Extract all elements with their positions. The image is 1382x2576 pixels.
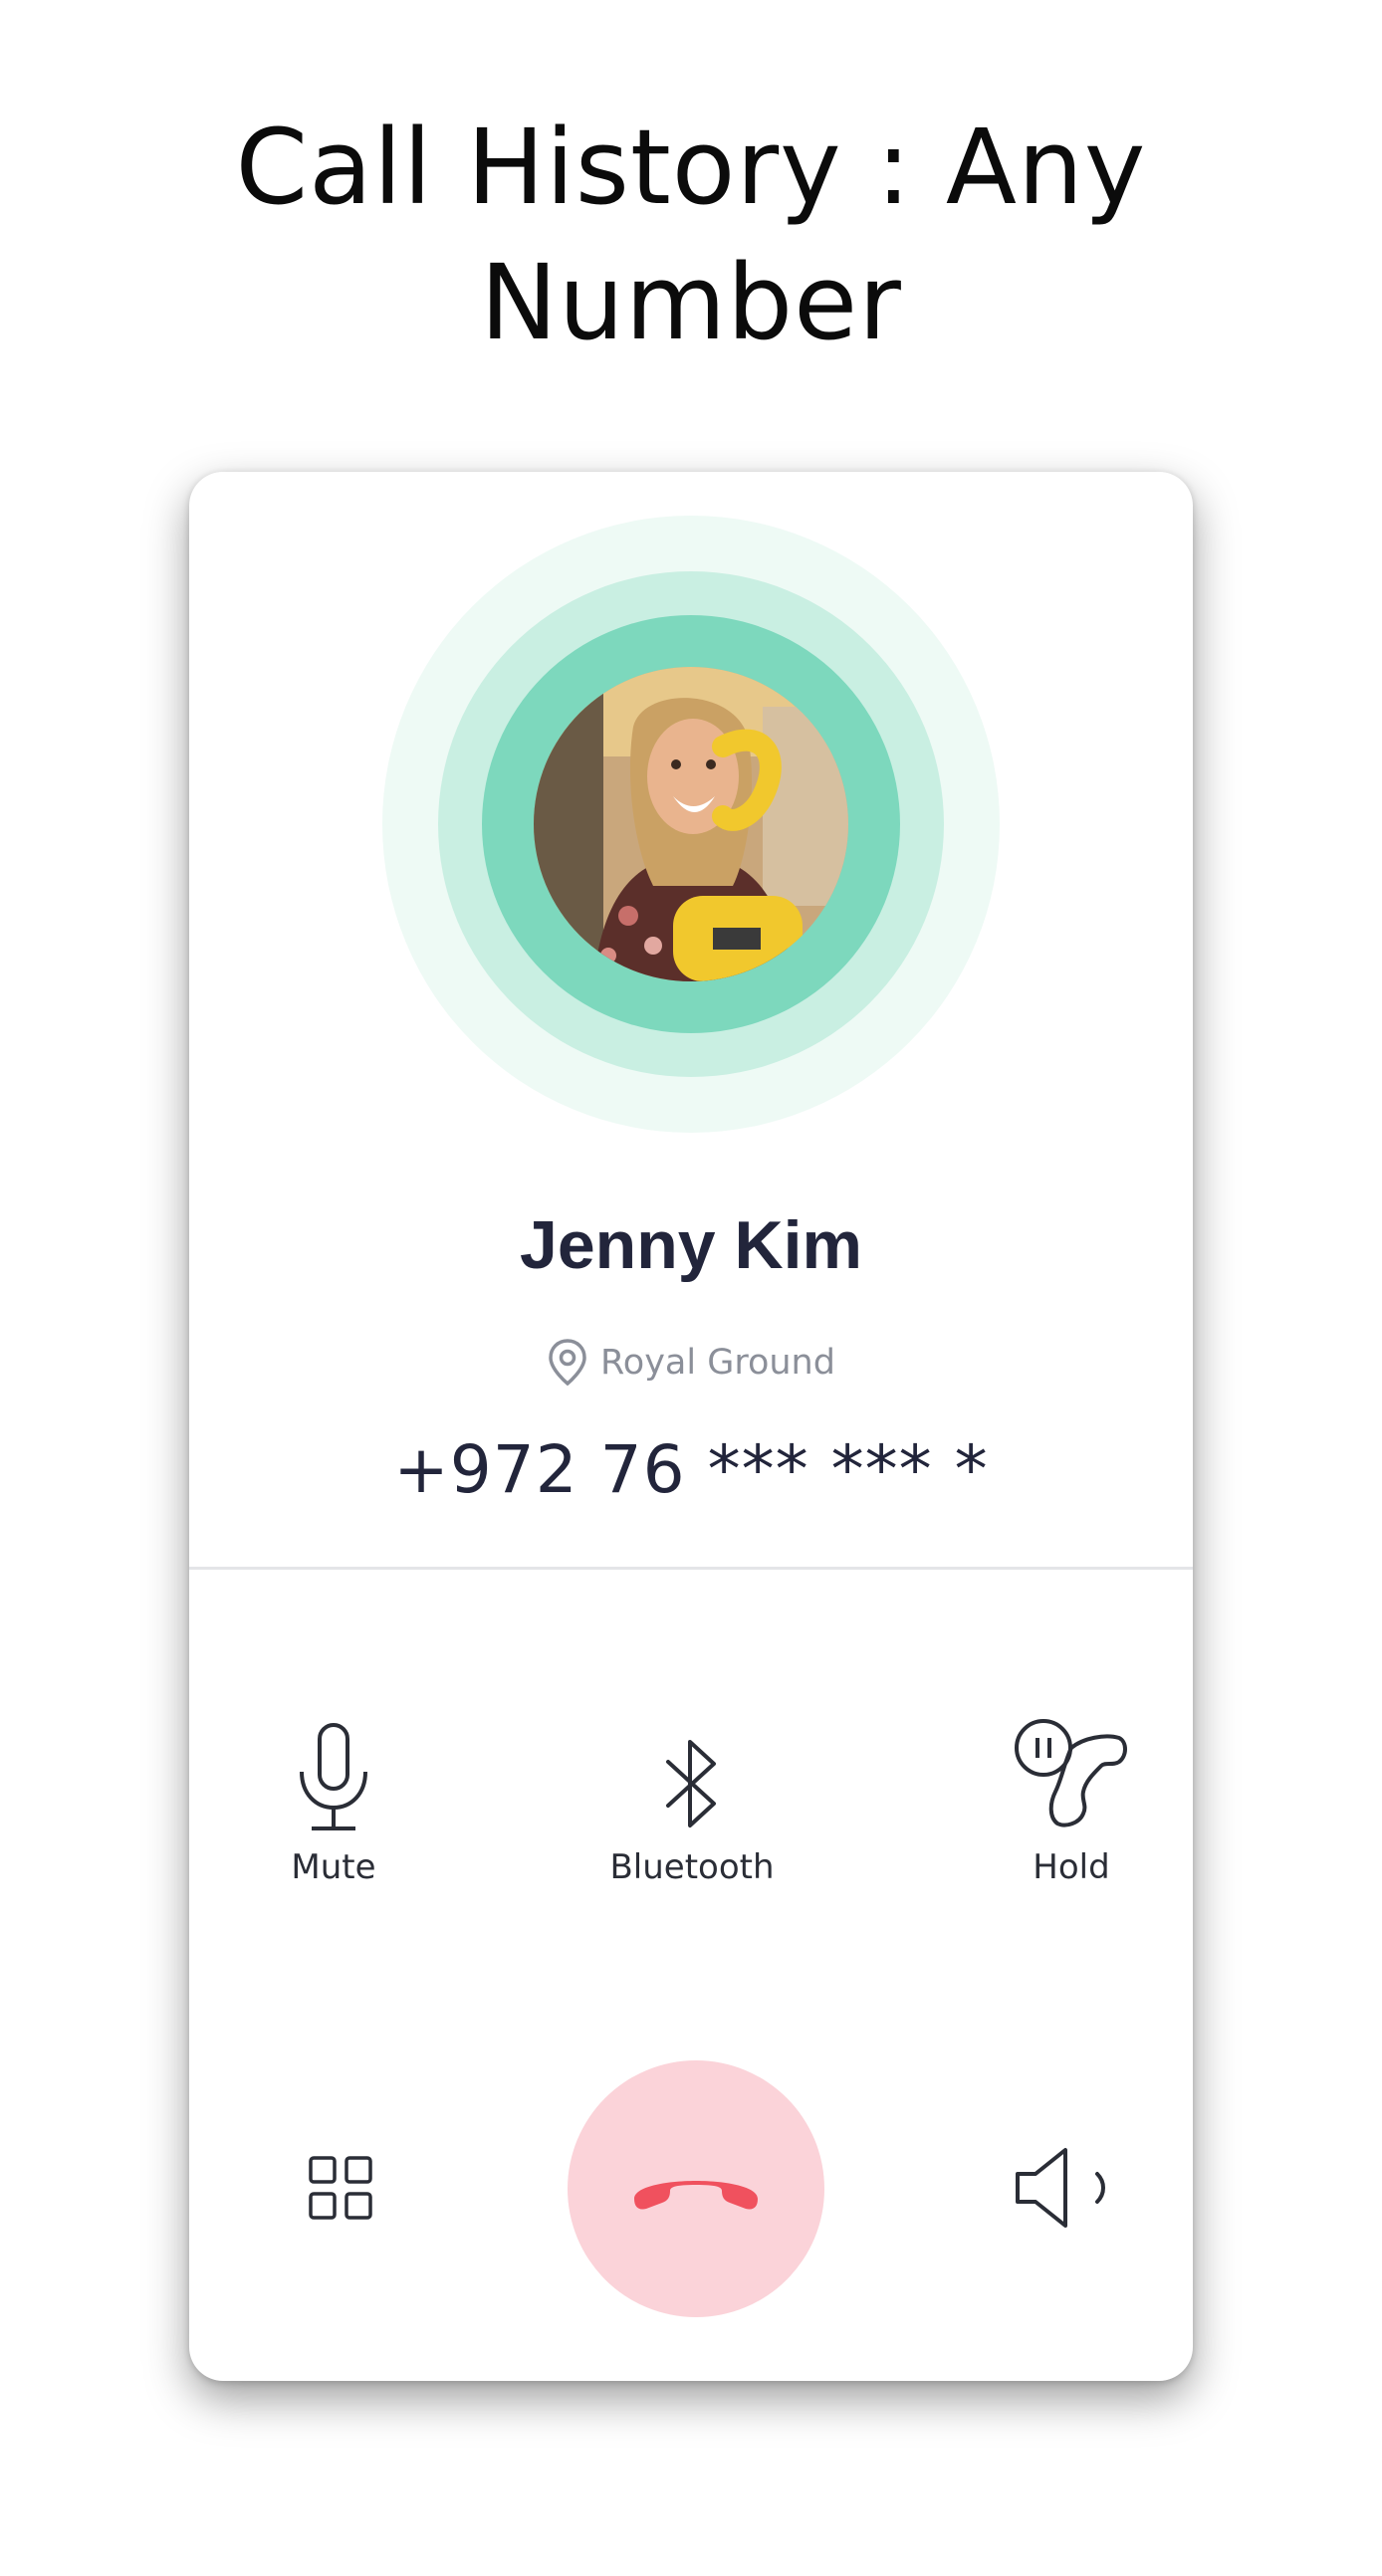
contact-avatar [534,667,848,981]
headline-line-2: Number [480,242,902,363]
promo-headline: Call History : Any Number [0,100,1382,370]
map-pin-icon [549,1339,586,1387]
avatar-pulse-rings [382,516,1000,1133]
bluetooth-icon [666,1740,716,1827]
hold-label: Hold [1033,1847,1110,1887]
location-label: Royal Ground [600,1343,835,1383]
mute-label: Mute [291,1847,376,1887]
call-screen-card: Jenny Kim Royal Ground +972 76 *** *** *… [189,472,1193,2381]
dialpad-button[interactable] [309,2156,372,2220]
speaker-icon [1016,2148,1105,2228]
contact-location: Royal Ground [189,1338,1193,1388]
mute-button[interactable]: Mute [214,1718,453,1887]
section-divider [189,1567,1193,1570]
microphone-icon [300,1723,367,1830]
bluetooth-button[interactable]: Bluetooth [573,1718,811,1887]
dialpad-grid-icon [309,2156,372,2220]
headline-line-1: Call History : Any [235,107,1147,228]
hold-button[interactable]: Hold [952,1718,1191,1887]
end-call-button[interactable] [568,2060,824,2317]
contact-phone-number: +972 76 *** *** * [393,1431,989,1508]
speaker-button[interactable] [1014,2146,1113,2230]
contact-name: Jenny Kim [520,1207,862,1283]
bluetooth-label: Bluetooth [609,1847,775,1887]
phone-hold-icon [1015,1719,1127,1827]
end-call-icon [634,2181,758,2210]
